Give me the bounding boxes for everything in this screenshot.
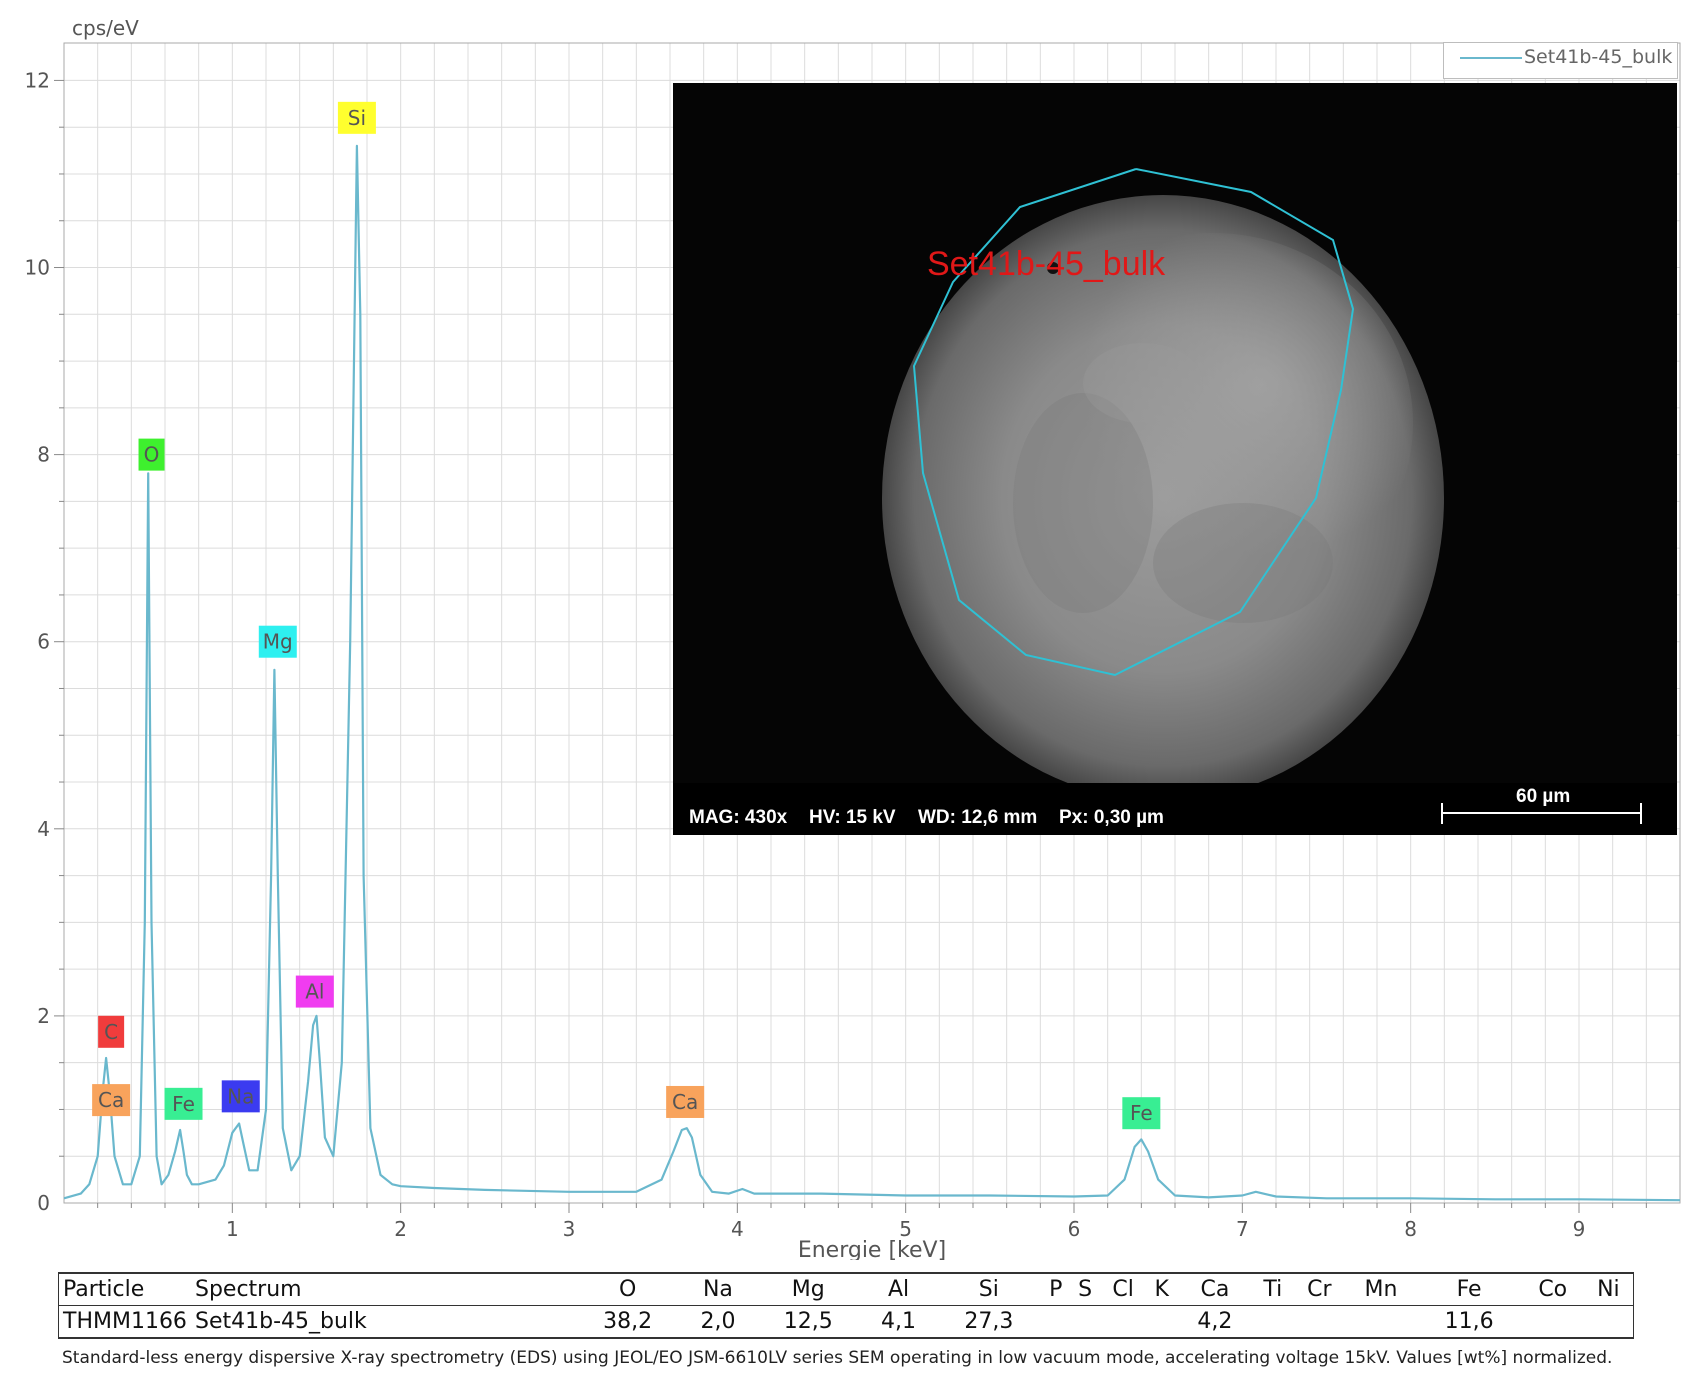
x-tick-label: 7 [1236, 1217, 1249, 1241]
header-particle: Particle [58, 1272, 191, 1306]
sphere-texture-2 [1153, 503, 1333, 623]
peak-label-text: Fe [172, 1092, 195, 1116]
x-tick-label: 9 [1573, 1217, 1586, 1241]
scale-bar-label: 60 µm [1516, 786, 1571, 807]
x-tick-label: 4 [731, 1217, 744, 1241]
cell-o: 38,2 [575, 1305, 681, 1339]
legend-swatch [1460, 57, 1522, 59]
cell-k [1146, 1305, 1178, 1339]
sphere-texture-3 [1083, 343, 1203, 423]
header-co: Co [1521, 1272, 1584, 1306]
sem-working-distance: WD: 12,6 mm [918, 807, 1038, 828]
header-na: Na [680, 1272, 756, 1306]
sphere-texture-1 [1013, 393, 1153, 613]
y-tick-labels: 0 2 4 6 8 10 12 [25, 68, 50, 1215]
y-tick-label: 4 [37, 817, 50, 841]
cell-na: 2,0 [680, 1305, 756, 1339]
composition-table: Particle Spectrum O Na Mg Al Si P S Cl K… [58, 1272, 1634, 1339]
legend-series-name: Set41b-45_bulk [1524, 46, 1673, 68]
header-si: Si [936, 1272, 1042, 1306]
header-mn: Mn [1345, 1272, 1417, 1306]
x-axis-label: Energie [keV] [798, 1238, 946, 1260]
x-tick-label: 1 [226, 1217, 239, 1241]
sem-pixel-size: Px: 0,30 µm [1059, 807, 1164, 828]
sem-magnification: MAG: 430x [689, 807, 788, 828]
peak-label-text: Si [348, 106, 366, 130]
x-tick-label: 6 [1068, 1217, 1081, 1241]
cell-p [1041, 1305, 1071, 1339]
header-k: K [1146, 1272, 1178, 1306]
header-cl: Cl [1100, 1272, 1147, 1306]
header-p: P [1041, 1272, 1071, 1306]
footnote: Standard-less energy dispersive X-ray sp… [62, 1348, 1613, 1368]
header-ti: Ti [1252, 1272, 1294, 1306]
cell-spectrum: Set41b-45_bulk [191, 1305, 575, 1339]
header-s: S [1070, 1272, 1101, 1306]
header-cr: Cr [1293, 1272, 1346, 1306]
peak-label-text: C [104, 1020, 118, 1044]
sem-region-label: Set41b-45_bulk [927, 245, 1166, 283]
cell-ni [1583, 1305, 1634, 1339]
x-tick-label: 8 [1404, 1217, 1417, 1241]
peak-label-text: Na [227, 1084, 254, 1108]
peak-label-text: Fe [1130, 1101, 1153, 1125]
sem-micrograph [673, 83, 1677, 835]
sem-image-inset: Set41b-45_bulk MAG: 430x HV: 15 kV WD: 1… [673, 83, 1677, 835]
x-tick-label: 2 [394, 1217, 407, 1241]
cell-al: 4,1 [860, 1305, 937, 1339]
cell-s [1070, 1305, 1101, 1339]
cell-particle: THMM1166 [58, 1305, 191, 1339]
cell-mn [1345, 1305, 1417, 1339]
y-tick-label: 6 [37, 630, 50, 654]
peak-label-text: Al [305, 980, 324, 1004]
table-row: THMM1166 Set41b-45_bulk 38,2 2,0 12,5 4,… [58, 1305, 1634, 1339]
y-tick-label: 8 [37, 443, 50, 467]
y-tick-label: 12 [25, 68, 50, 92]
cell-cr [1293, 1305, 1346, 1339]
header-o: O [575, 1272, 681, 1306]
cell-ca: 4,2 [1177, 1305, 1253, 1339]
y-axis-label: cps/eV [72, 16, 139, 40]
cell-mg: 12,5 [755, 1305, 861, 1339]
sem-voltage: HV: 15 kV [809, 807, 896, 828]
peak-label-text: Mg [263, 630, 293, 654]
header-spectrum: Spectrum [191, 1272, 575, 1306]
cell-cl [1100, 1305, 1147, 1339]
y-tick-label: 2 [37, 1004, 50, 1028]
cell-ti [1252, 1305, 1294, 1339]
cell-fe: 11,6 [1416, 1305, 1522, 1339]
header-ca: Ca [1177, 1272, 1253, 1306]
table-header-row: Particle Spectrum O Na Mg Al Si P S Cl K… [58, 1272, 1634, 1306]
y-tick-label: 10 [25, 256, 50, 280]
header-mg: Mg [755, 1272, 861, 1306]
header-al: Al [860, 1272, 937, 1306]
peak-label-text: Ca [672, 1090, 698, 1114]
y-tick-label: 0 [37, 1191, 50, 1215]
peak-label-text: Ca [98, 1088, 124, 1112]
peak-label-text: O [144, 443, 160, 467]
chart-legend: Set41b-45_bulk [1443, 42, 1678, 79]
x-tick-label: 3 [563, 1217, 576, 1241]
header-fe: Fe [1416, 1272, 1522, 1306]
header-ni: Ni [1583, 1272, 1634, 1306]
cell-si: 27,3 [936, 1305, 1042, 1339]
cell-co [1521, 1305, 1584, 1339]
